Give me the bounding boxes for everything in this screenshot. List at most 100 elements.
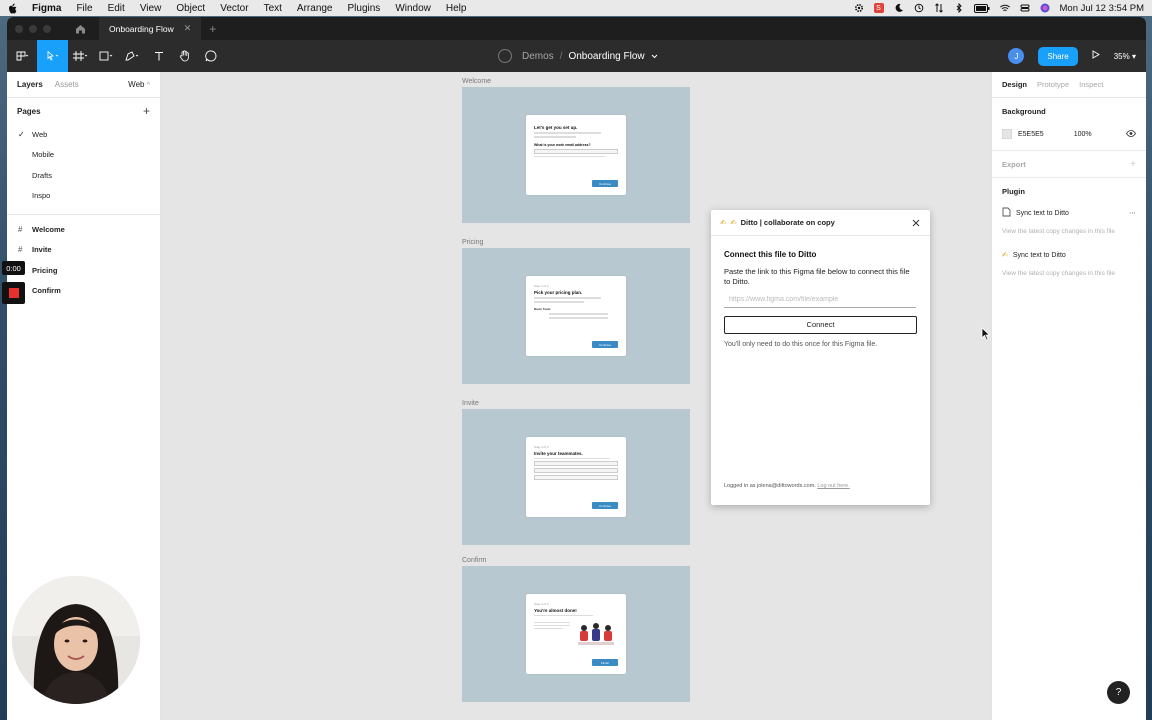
text-tool-button[interactable] <box>146 40 172 72</box>
help-button[interactable]: ? <box>1107 681 1130 704</box>
connect-button[interactable]: Connect <box>724 315 917 334</box>
frame-label-confirm[interactable]: Confirm <box>462 557 487 564</box>
stop-recording-button[interactable] <box>2 282 25 304</box>
pen-tool-button[interactable] <box>120 40 146 72</box>
tab-assets[interactable]: Assets <box>55 80 79 89</box>
apple-icon[interactable] <box>8 3 18 14</box>
shape-tool-button[interactable] <box>94 40 120 72</box>
frame-confirm[interactable]: Step 4 of 4 You're almost done! Finish <box>462 566 690 702</box>
eye-icon[interactable] <box>1126 129 1136 139</box>
toolbar: Demos / Onboarding Flow J Share 35% ▾ <box>7 40 1146 72</box>
more-icon[interactable]: ⋯ <box>1129 209 1136 217</box>
menu-window[interactable]: Window <box>395 3 431 14</box>
frame-icon: # <box>18 224 23 234</box>
menu-view[interactable]: View <box>140 3 162 14</box>
menu-file[interactable]: File <box>76 3 92 14</box>
clock-text[interactable]: Mon Jul 12 3:54 PM <box>1060 3 1145 14</box>
tab-prototype[interactable]: Prototype <box>1037 80 1069 89</box>
pages-heading: Pages <box>17 106 41 116</box>
tab-inspect[interactable]: Inspect <box>1079 80 1103 89</box>
frame-welcome[interactable]: Let's get you set up. What is your work … <box>462 87 690 223</box>
close-tab-icon[interactable]: ✕ <box>184 23 192 34</box>
card-text-line <box>534 625 570 626</box>
divider <box>7 214 160 215</box>
timer-icon[interactable] <box>914 3 924 13</box>
page-selector[interactable]: Web ^ <box>128 80 150 89</box>
canvas[interactable]: Welcome Let's get you set up. What is yo… <box>161 72 991 720</box>
layer-frame-welcome[interactable]: # Welcome <box>7 219 160 240</box>
gear-icon[interactable] <box>854 3 864 13</box>
wifi-icon[interactable] <box>999 3 1010 13</box>
menu-vector[interactable]: Vector <box>220 3 248 14</box>
frame-invite[interactable]: Step 3 of 4 Invite your teammates. Conti… <box>462 409 690 545</box>
comment-tool-button[interactable] <box>198 40 224 72</box>
page-item-mobile[interactable]: Mobile <box>7 145 160 166</box>
add-export-icon[interactable]: + <box>1130 159 1136 170</box>
menu-plugins[interactable]: Plugins <box>348 3 381 14</box>
card-text-line <box>534 132 602 134</box>
menu-app-name[interactable]: Figma <box>32 3 61 14</box>
avatar[interactable]: J <box>1008 48 1025 64</box>
bluetooth-icon[interactable] <box>954 3 964 13</box>
zoom-window-button[interactable] <box>43 24 51 33</box>
close-window-button[interactable] <box>15 24 23 33</box>
recording-timer: 0:00 <box>2 261 25 275</box>
webcam-bubble[interactable] <box>12 576 140 704</box>
breadcrumb-team[interactable]: Demos <box>522 51 554 62</box>
menu-arrange[interactable]: Arrange <box>297 3 333 14</box>
page-item-inspo[interactable]: Inspo <box>7 186 160 207</box>
minimize-window-button[interactable] <box>29 24 37 33</box>
background-opacity[interactable]: 100% <box>1074 131 1092 138</box>
background-fill-row[interactable]: E5E5E5 100% <box>992 124 1146 144</box>
frame-label-pricing[interactable]: Pricing <box>462 239 483 246</box>
play-icon[interactable] <box>1092 50 1100 62</box>
zoom-dropdown[interactable]: 35% ▾ <box>1114 52 1136 61</box>
layer-label: Pricing <box>32 265 58 275</box>
home-icon[interactable] <box>73 22 87 36</box>
breadcrumb-file-name[interactable]: Onboarding Flow <box>568 51 644 62</box>
background-hex[interactable]: E5E5E5 <box>1018 131 1044 138</box>
battery-icon[interactable] <box>973 3 990 13</box>
page-selector-label: Web <box>128 80 145 89</box>
page-item-web[interactable]: ✓ Web <box>7 124 160 145</box>
control-center-icon[interactable] <box>1020 3 1030 13</box>
page-item-drafts[interactable]: Drafts <box>7 165 160 186</box>
main-menu-button[interactable] <box>7 40 37 72</box>
frame-pricing[interactable]: Step 2 of 4 Pick your pricing plan. Basi… <box>462 248 690 384</box>
onboarding-card: Let's get you set up. What is your work … <box>526 115 626 195</box>
card-text-line <box>534 136 576 138</box>
close-icon[interactable] <box>911 218 921 228</box>
layer-label: Confirm <box>32 286 61 296</box>
move-tool-button[interactable] <box>37 40 68 72</box>
menu-help[interactable]: Help <box>446 3 467 14</box>
moon-icon[interactable] <box>894 3 904 13</box>
color-swatch[interactable] <box>1002 129 1012 139</box>
tab-onboarding-flow[interactable]: Onboarding Flow ✕ <box>99 17 202 40</box>
status-badge[interactable]: S <box>873 3 884 13</box>
layer-frame-confirm[interactable]: #Confirm <box>7 281 160 302</box>
menu-text[interactable]: Text <box>264 3 282 14</box>
frame-label-invite[interactable]: Invite <box>462 400 479 407</box>
export-title: Export <box>1002 159 1026 169</box>
layer-frame-invite[interactable]: # Invite <box>7 240 160 261</box>
plugin-heading: Connect this file to Ditto <box>724 250 817 259</box>
share-button[interactable]: Share <box>1038 46 1078 66</box>
add-tab-icon[interactable]: + <box>209 22 216 36</box>
menu-object[interactable]: Object <box>176 3 205 14</box>
frame-label-welcome[interactable]: Welcome <box>462 78 491 85</box>
frame-tool-button[interactable] <box>68 40 94 72</box>
logout-link[interactable]: Log out here. <box>817 483 849 489</box>
menu-edit[interactable]: Edit <box>108 3 125 14</box>
chevron-down-icon[interactable] <box>651 51 658 62</box>
tab-layers[interactable]: Layers <box>17 80 43 89</box>
layer-frame-pricing[interactable]: #Pricing <box>7 260 160 281</box>
add-page-icon[interactable]: + <box>143 104 150 118</box>
transfer-icon[interactable] <box>934 3 944 13</box>
plugin-relaunch-item[interactable]: ✍ Sync text to Ditto <box>992 246 1146 264</box>
figma-link-input[interactable] <box>724 291 916 308</box>
siri-icon[interactable] <box>1040 3 1050 13</box>
tab-design[interactable]: Design <box>1002 80 1027 89</box>
hand-tool-button[interactable] <box>172 40 198 72</box>
plugin-relaunch-item[interactable]: Sync text to Ditto ⋯ <box>992 204 1146 222</box>
figma-window: Onboarding Flow ✕ + Demos / Onboarding F… <box>7 17 1146 720</box>
